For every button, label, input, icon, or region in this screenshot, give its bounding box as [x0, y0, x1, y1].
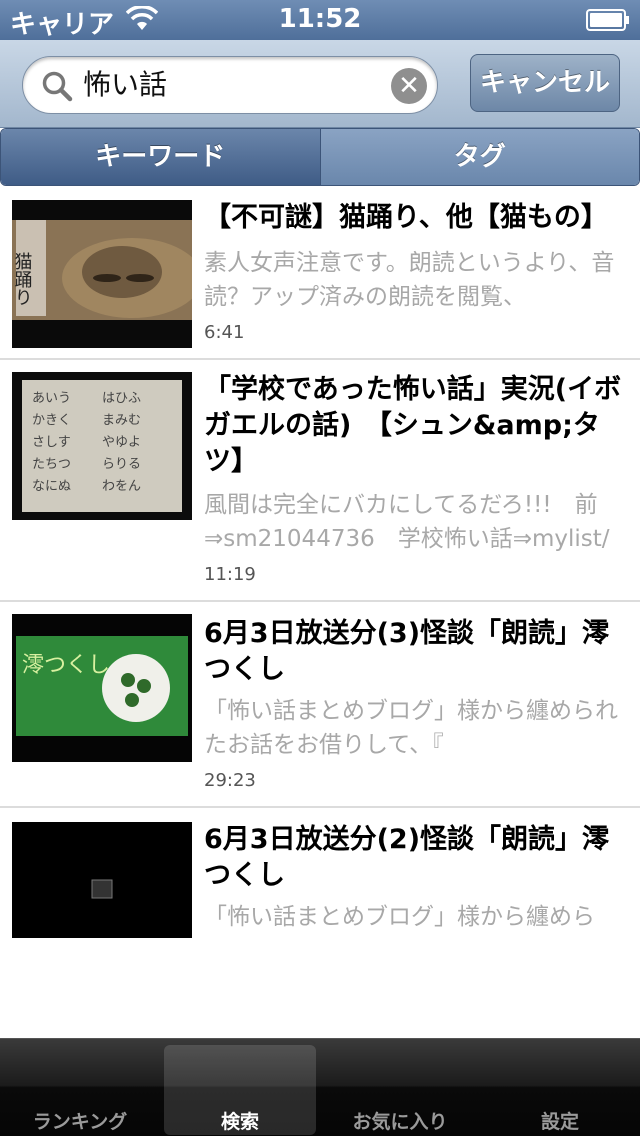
tab-label: お気に入り: [352, 1111, 448, 1133]
search-scope-control: キーワード タグ: [0, 128, 640, 186]
tab-label: 設定: [540, 1111, 579, 1133]
list-item[interactable]: 猫踊り 【不可謎】猫踊り、他【猫もの】 素人女声注意です。朗読というより、音読？…: [0, 186, 640, 360]
battery-icon: [586, 9, 629, 31]
segment-tag[interactable]: タグ: [319, 129, 639, 185]
svg-text:かきく: かきく: [32, 413, 71, 428]
video-thumbnail: 猫踊り: [12, 200, 192, 348]
svg-text:はひふ: はひふ: [102, 391, 141, 406]
video-thumbnail: [12, 822, 192, 938]
status-bar: キャリア 11:52: [0, 0, 640, 40]
video-duration: 11:19: [204, 564, 256, 585]
svg-text:わをん: わをん: [102, 479, 141, 494]
video-thumbnail: 澪つくし: [12, 614, 192, 762]
tab-search[interactable]: 検索: [160, 1039, 320, 1136]
thumbnail-caption: 澪つくし: [22, 653, 110, 678]
tab-favorites[interactable]: お気に入り: [320, 1039, 480, 1136]
cancel-button[interactable]: キャンセル: [470, 54, 620, 112]
video-title: 6月3日放送分(3)怪談「朗読」澪つくし: [204, 618, 610, 685]
video-title: 【不可謎】猫踊り、他【猫もの】: [204, 202, 608, 233]
list-item[interactable]: 6月3日放送分(2)怪談「朗読」澪つくし 「怖い話まとめブログ」様から纏めら: [0, 808, 640, 1038]
search-icon: [42, 71, 73, 102]
video-duration: 29:23: [204, 770, 256, 791]
video-description: 素人女声注意です。朗読というより、音読？アップ済みの朗読を閲覧、: [204, 250, 615, 310]
tab-bar: ランキング 検索 お気に入り 設定: [0, 1038, 640, 1136]
list-item[interactable]: あいうかきくさしす たちつなにぬ はひふまみむやゆよ らりるわをん 「学校であっ…: [0, 360, 640, 602]
list-item[interactable]: 澪つくし 6月3日放送分(3)怪談「朗読」澪つくし 「怖い話まとめブログ」様から…: [0, 602, 640, 808]
video-description: 「怖い話まとめブログ」様から纏めら: [204, 904, 595, 930]
tab-label: 検索: [220, 1111, 259, 1133]
svg-text:らりる: らりる: [102, 457, 141, 472]
search-bar: 怖い話 ✕ キャンセル: [0, 40, 640, 128]
video-description: 「怖い話まとめブログ」様から纏められたお話をお借りして、『: [204, 698, 618, 758]
thumbnail-caption: 猫踊り: [12, 252, 33, 306]
svg-text:あいう: あいう: [32, 391, 71, 406]
clear-icon[interactable]: ✕: [391, 68, 427, 104]
video-duration: 6:41: [204, 322, 245, 343]
tab-label: ランキング: [32, 1111, 128, 1133]
svg-text:さしす: さしす: [32, 435, 71, 450]
svg-text:なにぬ: なにぬ: [32, 479, 71, 494]
svg-text:やゆよ: やゆよ: [102, 435, 141, 450]
svg-text:まみむ: まみむ: [102, 413, 141, 428]
segment-keyword[interactable]: キーワード: [1, 129, 320, 185]
video-title: 6月3日放送分(2)怪談「朗読」澪つくし: [204, 824, 610, 891]
video-title: 「学校であった怖い話」実況(イボガエルの話) 【シュン&amp;タツ】: [204, 374, 622, 477]
search-input[interactable]: 怖い話 ✕: [22, 56, 438, 114]
video-thumbnail: あいうかきくさしす たちつなにぬ はひふまみむやゆよ らりるわをん: [12, 372, 192, 520]
tab-ranking[interactable]: ランキング: [0, 1039, 160, 1136]
video-description: 風間は完全にバカにしてるだろ!!! 前⇒sm21044736 学校怖い話⇒myl…: [204, 492, 610, 552]
tab-settings[interactable]: 設定: [480, 1039, 640, 1136]
search-query: 怖い話: [83, 68, 168, 101]
svg-text:たちつ: たちつ: [32, 457, 71, 472]
clock: 11:52: [278, 4, 362, 34]
